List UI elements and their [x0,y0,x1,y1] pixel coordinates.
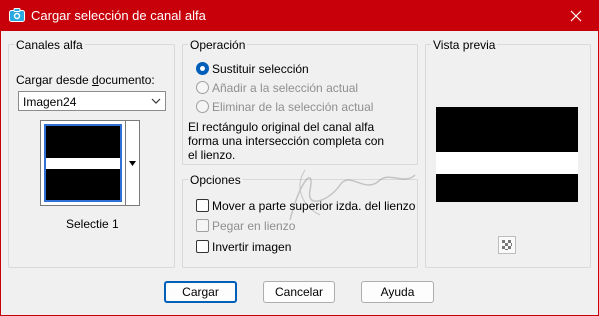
close-button[interactable] [553,0,599,31]
radio-replace-selection[interactable] [196,62,209,75]
checkbox-paste-canvas-label[interactable]: Pegar en lienzo [212,219,295,233]
preview-image [436,107,578,202]
radio-add-selection[interactable] [196,81,209,94]
document-select[interactable]: Imagen24 [18,91,166,111]
window-title: Cargar selección de canal alfa [31,8,206,23]
preview-stripe [436,152,578,174]
help-button[interactable]: Ayuda [361,281,434,303]
camera-icon [9,8,25,22]
channel-name: Selectie 1 [66,217,119,231]
channel-dropdown-button[interactable] [126,120,140,206]
chevron-down-icon [151,98,161,104]
checkbox-invert-image-label[interactable]: Invertir imagen [212,240,291,254]
radio-replace-label[interactable]: Sustituir selección [212,62,309,76]
checkbox-paste-canvas[interactable] [196,219,209,232]
document-select-value: Imagen24 [23,95,77,109]
channels-legend: Canales alfa [14,38,85,52]
operation-description-line-1: El rectángulo original del canal alfa [188,120,375,134]
load-button[interactable]: Cargar [164,281,237,303]
channel-thumbnail[interactable] [40,120,126,206]
operation-description-line-2: forma una intersección completa con [188,134,385,148]
channel-thumbnail-image [44,124,122,202]
operation-legend: Operación [188,38,248,52]
checkbox-invert-image[interactable] [196,240,209,253]
source-document-label: Cargar desde documento: [16,73,155,87]
cancel-button[interactable]: Cancelar [263,281,335,303]
operation-description-line-3: el lienzo. [188,148,236,162]
checkbox-move-top-left-label[interactable]: Mover a parte superior izda. del lienzo [212,199,415,213]
radio-add-label[interactable]: Añadir a la selección actual [212,81,358,95]
checkbox-move-top-left[interactable] [196,199,209,212]
options-legend: Opciones [188,173,243,187]
preview-legend: Vista previa [431,38,498,52]
close-icon [570,10,582,21]
title-bar: Cargar selección de canal alfa [0,0,599,31]
checkerboard-icon [502,240,512,250]
radio-remove-selection[interactable] [196,100,209,113]
caret-down-icon [129,161,136,166]
radio-remove-label[interactable]: Eliminar de la selección actual [212,100,373,114]
thumbnail-stripe [46,158,120,169]
preview-zoom-button[interactable] [498,236,516,254]
